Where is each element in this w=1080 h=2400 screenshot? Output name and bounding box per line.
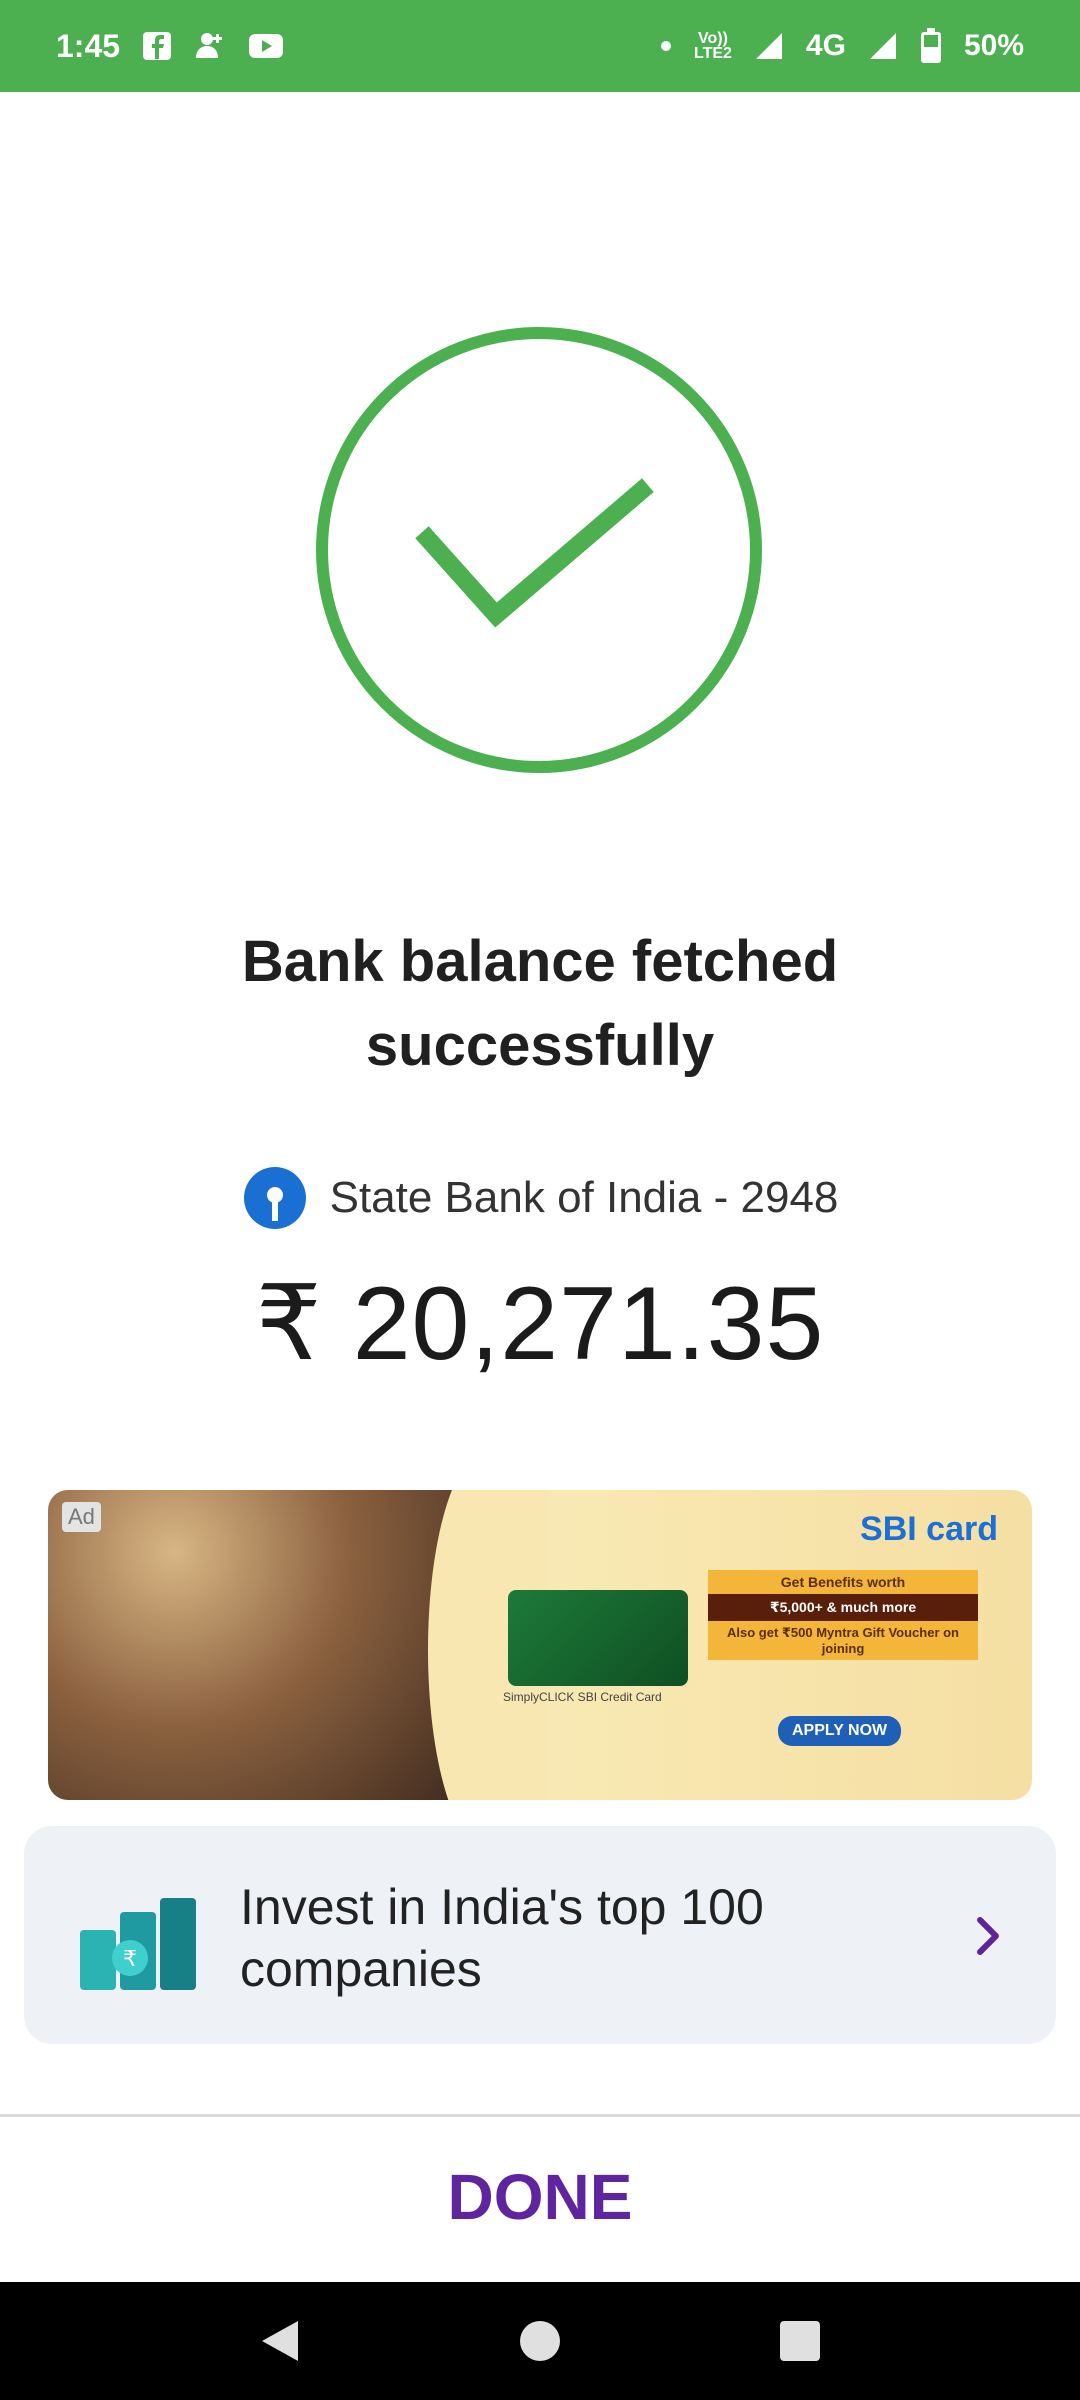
- bank-account-label: State Bank of India - 2948: [329, 1173, 839, 1222]
- ad-badge: Ad: [62, 1502, 101, 1532]
- apply-now-button[interactable]: APPLY NOW: [778, 1716, 902, 1746]
- volte-line2: LTE2: [693, 45, 732, 62]
- ad-offer-block: Get Benefits worth ₹5,000+ & much more A…: [708, 1570, 978, 1660]
- svg-text:₹: ₹: [123, 1947, 137, 1972]
- success-headline: Bank balance fetched successfully: [241, 929, 839, 1078]
- ad-offer-line3: Also get ₹500 Myntra Gift Voucher on joi…: [708, 1621, 978, 1660]
- sbi-card-ad-banner[interactable]: Ad SBI card SimplyCLICK SBI Credit Card …: [48, 1490, 1032, 1800]
- facebook-icon: [142, 31, 172, 61]
- status-bar: 1:45 Vo)) LTE2 4G 50%: [0, 0, 1080, 92]
- sbi-logo-icon: [242, 1165, 308, 1231]
- ad-photo: [48, 1490, 468, 1800]
- done-button[interactable]: DONE: [0, 2160, 1080, 2234]
- home-icon[interactable]: [510, 2311, 570, 2371]
- ad-offer-line2: ₹5,000+ & much more: [708, 1594, 978, 1621]
- back-icon[interactable]: [250, 2311, 310, 2371]
- status-bar-left: 1:45: [56, 28, 284, 65]
- status-time: 1:45: [56, 27, 121, 64]
- bank-row: State Bank of India - 2948: [0, 1165, 1080, 1231]
- battery-percent: 50%: [963, 29, 1024, 62]
- status-bar-right: Vo)) LTE2 4G 50%: [660, 28, 1024, 64]
- network-type: 4G: [805, 29, 846, 62]
- divider: [0, 2114, 1080, 2117]
- success-check-icon: [316, 327, 762, 773]
- invest-top-100-card[interactable]: ₹ Invest in India's top 100 companies: [24, 1826, 1056, 2044]
- system-nav-bar: [0, 2282, 1080, 2400]
- invest-growth-icon: ₹: [80, 1890, 210, 2000]
- ad-offer-line1: Get Benefits worth: [708, 1570, 978, 1594]
- youtube-icon: [248, 32, 284, 60]
- battery-icon: [920, 28, 942, 64]
- ad-brand-logo: SBI card: [860, 1510, 998, 1548]
- balance-amount: ₹ 20,271.35: [255, 1266, 825, 1382]
- recents-icon[interactable]: [770, 2311, 830, 2371]
- chevron-right-icon: [968, 1906, 1008, 1966]
- credit-card-image: [508, 1590, 688, 1686]
- ad-card-caption: SimplyCLICK SBI Credit Card: [503, 1690, 662, 1704]
- person-notification-icon: [194, 30, 226, 62]
- signal-icon: [754, 31, 784, 61]
- signal-icon-2: [868, 31, 898, 61]
- volte-indicator: Vo)) LTE2: [693, 31, 732, 62]
- notification-dot-icon: [660, 40, 672, 52]
- invest-text: Invest in India's top 100 companies: [240, 1879, 764, 1997]
